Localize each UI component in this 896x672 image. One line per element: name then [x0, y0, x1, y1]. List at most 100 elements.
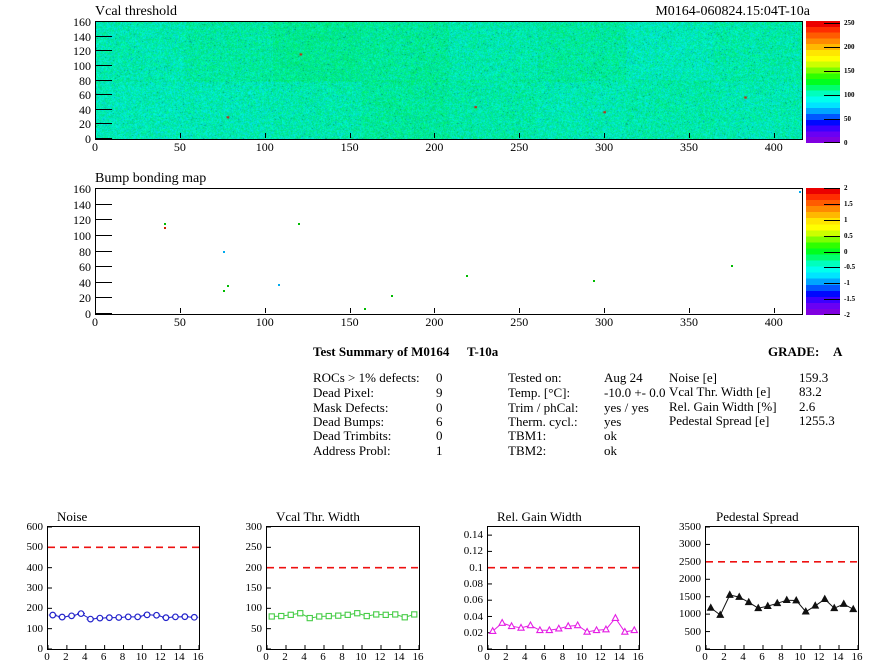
- vcal-width-plot-title: Vcal Thr. Width: [276, 509, 360, 524]
- y-tick-mark: [96, 138, 112, 139]
- data-point: [401, 614, 408, 621]
- colorbar-tick-label: 200: [844, 43, 855, 52]
- x-tick-label: 4: [301, 651, 307, 663]
- data-line: [710, 594, 854, 616]
- data-point: [68, 612, 75, 620]
- condition-label: Temp. [°C]:: [508, 385, 571, 400]
- y-tick-label: 200: [245, 561, 263, 574]
- noise-plot-svg: [48, 527, 199, 649]
- plot-frame-noise: [47, 526, 200, 650]
- data-point: [306, 614, 313, 622]
- y-tick-label: 40: [79, 102, 91, 117]
- data-point: [153, 611, 160, 619]
- colorbar-tick-label: 1.5: [844, 199, 853, 208]
- y-tick-label: 20: [79, 117, 91, 132]
- x-tick-mark: [604, 133, 606, 138]
- y-tick-label: 300: [245, 521, 263, 533]
- data-point: [773, 598, 782, 607]
- data-point: [735, 592, 744, 600]
- x-tick-label: 4: [740, 651, 746, 663]
- y-tick-label: 100: [245, 602, 263, 615]
- colorbar-tick-label: 100: [844, 91, 855, 100]
- y-tick-label: 1500: [679, 590, 701, 603]
- x-tick-mark: [179, 133, 181, 138]
- y-tick-label: 300: [26, 582, 44, 594]
- x-tick-label: 8: [339, 651, 345, 663]
- data-point: [77, 610, 85, 618]
- data-point: [268, 613, 275, 620]
- pedestal_spread-plot-svg: [706, 527, 858, 649]
- y-tick-label: 20: [79, 291, 91, 306]
- x-tick-label: 10: [355, 651, 367, 663]
- x-tick-label: 100: [255, 140, 274, 154]
- x-tick-mark: [519, 133, 521, 138]
- data-point: [517, 623, 526, 631]
- y-tick-mark: [96, 188, 112, 189]
- data-point: [630, 625, 639, 634]
- bump-defect-dot: [593, 279, 596, 282]
- y-tick-label: 500: [684, 625, 702, 638]
- x-tick-label: 50: [173, 315, 186, 329]
- x-tick-mark: [689, 133, 690, 138]
- condition-value: -10.0 +- 0.0: [604, 385, 666, 400]
- data-point: [526, 620, 535, 629]
- plot-frame-rel_gain_width: [487, 526, 640, 650]
- y-tick-mark: [96, 297, 112, 299]
- colorbar-tick-label: 250: [844, 19, 855, 28]
- data-point: [507, 621, 516, 630]
- x-tick-label: 300: [595, 140, 614, 154]
- result-label: Vcal Thr. Width [e]: [669, 384, 771, 399]
- x-tick-label: 2: [721, 651, 727, 663]
- data-point: [143, 611, 151, 619]
- data-point: [392, 611, 399, 618]
- y-tick-label: 60: [79, 88, 91, 103]
- x-tick-mark: [689, 308, 690, 313]
- y-tick-label: 100: [73, 228, 91, 243]
- data-point: [725, 590, 734, 598]
- vcal-colorbar: [806, 21, 840, 143]
- summary-subtitle: T-10a: [467, 344, 499, 359]
- bump-defect-dot: [466, 274, 468, 277]
- x-tick-mark: [349, 308, 351, 313]
- data-point: [744, 597, 753, 606]
- x-tick-label: 12: [813, 651, 825, 663]
- data-point: [564, 621, 573, 630]
- data-point: [382, 611, 389, 618]
- data-point: [115, 614, 123, 621]
- x-tick-mark: [434, 133, 436, 138]
- colorbar-tick-label: -1.5: [844, 295, 856, 304]
- y-tick-label: 80: [79, 73, 91, 88]
- x-tick-label: 14: [832, 651, 844, 663]
- colorbar-tick-mark: [824, 219, 840, 221]
- data-point: [411, 611, 418, 618]
- y-tick-mark: [96, 35, 112, 37]
- x-tick-label: 6: [100, 651, 107, 663]
- bump-defect-dot: [277, 284, 280, 287]
- data-point: [278, 612, 285, 620]
- colorbar-tick-mark: [824, 235, 840, 237]
- defect-label: ROCs > 1% defects:: [313, 370, 420, 385]
- x-tick-label: 0: [92, 315, 98, 329]
- vcal-heatmap-canvas: [96, 22, 802, 139]
- x-tick-label: 12: [594, 651, 606, 663]
- x-tick-mark: [773, 133, 775, 138]
- data-point: [849, 604, 858, 613]
- x-tick-label: 200: [425, 315, 444, 329]
- plot-frame-pedestal_spread: [705, 526, 859, 650]
- y-tick-label: 0.14: [463, 529, 483, 542]
- x-tick-label: 10: [794, 651, 806, 663]
- data-point: [325, 612, 332, 620]
- x-tick-mark: [95, 308, 96, 313]
- defect-value: 1: [436, 443, 443, 458]
- y-tick-label: 0.06: [463, 594, 483, 607]
- y-tick-mark: [96, 219, 112, 221]
- y-tick-label: 120: [73, 44, 91, 59]
- x-tick-label: 8: [559, 651, 566, 663]
- x-tick-label: 100: [255, 315, 274, 329]
- data-point: [811, 601, 820, 609]
- plot-frame-vcal_thr_width: [266, 526, 420, 650]
- x-tick-label: 350: [680, 315, 698, 329]
- x-tick-label: 14: [173, 651, 185, 663]
- data-point: [124, 613, 132, 621]
- x-tick-label: 10: [135, 651, 147, 663]
